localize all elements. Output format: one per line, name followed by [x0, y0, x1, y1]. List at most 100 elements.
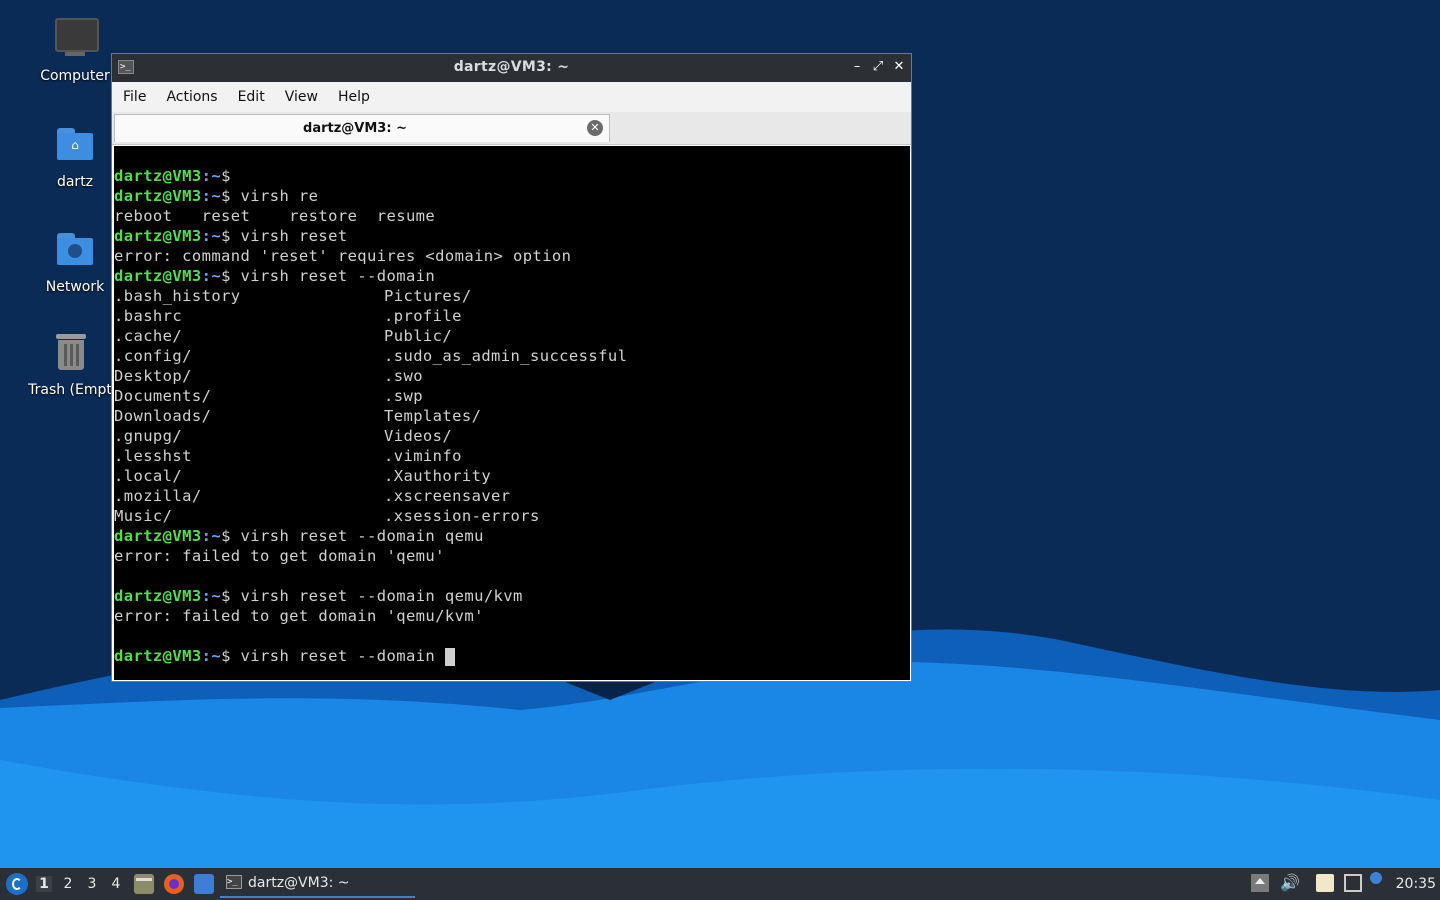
prompt-user: dartz@VM3	[114, 187, 202, 205]
menu-actions[interactable]: Actions	[157, 82, 226, 112]
workspace-3[interactable]: 3	[84, 876, 100, 892]
completion-item: .lesshst	[114, 447, 192, 465]
completion-item: Pictures/	[384, 287, 472, 305]
completion-row: .bash_history Pictures/	[114, 286, 571, 306]
menu-help[interactable]: Help	[329, 82, 379, 112]
completion-row: .config/ .sudo_as_admin_successful	[114, 346, 627, 366]
prompt-path: :~	[201, 527, 222, 545]
completion-row: .cache/Public/	[114, 326, 571, 346]
terminal-output[interactable]: dartz@VM3:~$ dartz@VM3:~$ virsh re reboot …	[114, 146, 910, 680]
completion-item: .config/	[114, 347, 192, 365]
prompt-line: dartz@VM3:~$	[114, 166, 571, 186]
start-menu-icon[interactable]	[6, 873, 28, 895]
menu-edit[interactable]: Edit	[229, 82, 274, 112]
completion-row: Downloads/Templates/	[114, 406, 571, 426]
network-tray-icon[interactable]	[1344, 874, 1362, 892]
prompt-line: dartz@VM3:~$ virsh reset --domain	[114, 266, 571, 286]
prompt-symbol: $	[221, 187, 231, 205]
prompt-user: dartz@VM3	[114, 527, 202, 545]
completion-item: Public/	[384, 327, 453, 345]
eject-icon[interactable]	[1251, 874, 1269, 892]
prompt-user: dartz@VM3	[114, 267, 202, 285]
desktop: Computer ⌂ dartz Network Trash (Empt >_	[0, 0, 1440, 868]
workspace-4[interactable]: 4	[108, 876, 124, 892]
tab-terminal[interactable]: dartz@VM3: ~ ✕	[114, 114, 610, 142]
completion-item: .gnupg/	[114, 427, 183, 445]
command-text: virsh reset	[230, 227, 348, 245]
menu-view[interactable]: View	[276, 82, 327, 112]
desktop-icon-home[interactable]: ⌂ dartz	[25, 122, 125, 190]
completion-row: .local/ .Xauthority	[114, 466, 571, 486]
show-desktop-icon[interactable]	[194, 874, 214, 894]
command-text: virsh reset --domain qemu	[230, 527, 484, 545]
completion-item: .bashrc	[114, 307, 183, 325]
taskbar: 1 2 3 4 >_ dartz@VM3: ~ 🔊 20:35	[0, 868, 1440, 900]
window-titlebar[interactable]: >_ dartz@VM3: ~ – ⤢ ✕	[112, 54, 911, 82]
trash-icon	[46, 330, 94, 378]
terminal-window[interactable]: >_ dartz@VM3: ~ – ⤢ ✕ File Actions Edit Vie…	[111, 53, 912, 682]
completion-row: .mozilla/ .xscreensaver	[114, 486, 571, 506]
tab-bar: dartz@VM3: ~ ✕	[112, 112, 911, 145]
completion-item: .xsession-errors	[384, 507, 540, 525]
prompt-line: dartz@VM3:~$ virsh reset --domain qemu	[114, 526, 571, 546]
prompt-user: dartz@VM3	[114, 587, 202, 605]
completion-item: .swo	[384, 367, 423, 385]
minimize-button[interactable]: –	[848, 58, 866, 76]
clock[interactable]: 20:35	[1396, 876, 1436, 892]
desktop-icon-label: dartz	[56, 174, 94, 190]
completion-item: .cache/	[114, 327, 183, 345]
tab-label: dartz@VM3: ~	[303, 121, 407, 136]
taskbar-task-terminal[interactable]: >_ dartz@VM3: ~	[220, 870, 415, 898]
completion-item: .bash_history	[114, 287, 241, 305]
completion-item: .swp	[384, 387, 423, 405]
desktop-icon-label: Trash (Empt	[28, 382, 112, 398]
firefox-icon[interactable]	[164, 874, 184, 894]
window-title: dartz@VM3: ~	[453, 59, 570, 75]
prompt-symbol: $	[221, 587, 231, 605]
command-text: virsh reset --domain	[230, 267, 436, 285]
command-text: virsh reset --domain	[230, 647, 445, 665]
desktop-icon-network[interactable]: Network	[25, 227, 125, 295]
completion-row: .lesshst .viminfo	[114, 446, 571, 466]
text-cursor	[444, 647, 455, 666]
maximize-button[interactable]: ⤢	[869, 58, 887, 76]
network-folder-icon	[51, 227, 99, 275]
completion-row: Desktop/ .swo	[114, 366, 571, 386]
completion-row: Music/ .xsession-errors	[114, 506, 571, 526]
completion-row: Documents/ .swp	[114, 386, 571, 406]
tab-close-icon[interactable]: ✕	[587, 120, 603, 136]
prompt-line: dartz@VM3:~$ virsh reset	[114, 226, 571, 246]
file-manager-icon[interactable]	[134, 874, 154, 894]
output-line: error: command 'reset' requires <domain>…	[114, 247, 572, 265]
prompt-line: dartz@VM3:~$ virsh reset --domain	[114, 646, 571, 666]
clipboard-icon[interactable]	[1316, 874, 1334, 892]
command-text: virsh reset --domain qemu/kvm	[230, 587, 523, 605]
update-notifier-icon[interactable]	[1370, 872, 1382, 884]
close-button[interactable]: ✕	[890, 58, 908, 76]
computer-icon	[51, 16, 99, 64]
volume-icon[interactable]: 🔊	[1280, 874, 1300, 892]
prompt-path: :~	[201, 587, 222, 605]
completion-row: .gnupg/Videos/	[114, 426, 571, 446]
prompt-path: :~	[201, 187, 222, 205]
menu-file[interactable]: File	[114, 82, 155, 112]
prompt-user: dartz@VM3	[114, 227, 202, 245]
prompt-user: dartz@VM3	[114, 167, 202, 185]
prompt-symbol: $	[221, 527, 231, 545]
desktop-icon-trash[interactable]: Trash (Empt	[20, 330, 120, 398]
prompt-path: :~	[201, 227, 222, 245]
prompt-user: dartz@VM3	[114, 647, 202, 665]
prompt-path: :~	[201, 647, 222, 665]
workspace-1[interactable]: 1	[36, 876, 52, 892]
desktop-icon-label: Network	[45, 279, 105, 295]
terminal-lines: dartz@VM3:~$ dartz@VM3:~$ virsh re reboot …	[114, 166, 627, 666]
prompt-symbol: $	[221, 647, 231, 665]
menubar: File Actions Edit View Help	[112, 82, 911, 112]
workspace-2[interactable]: 2	[60, 876, 76, 892]
desktop-icon-computer[interactable]: Computer	[25, 16, 125, 84]
completion-item: .local/	[114, 467, 183, 485]
completion-item: Desktop/	[114, 367, 192, 385]
command-text: virsh re	[230, 187, 319, 205]
